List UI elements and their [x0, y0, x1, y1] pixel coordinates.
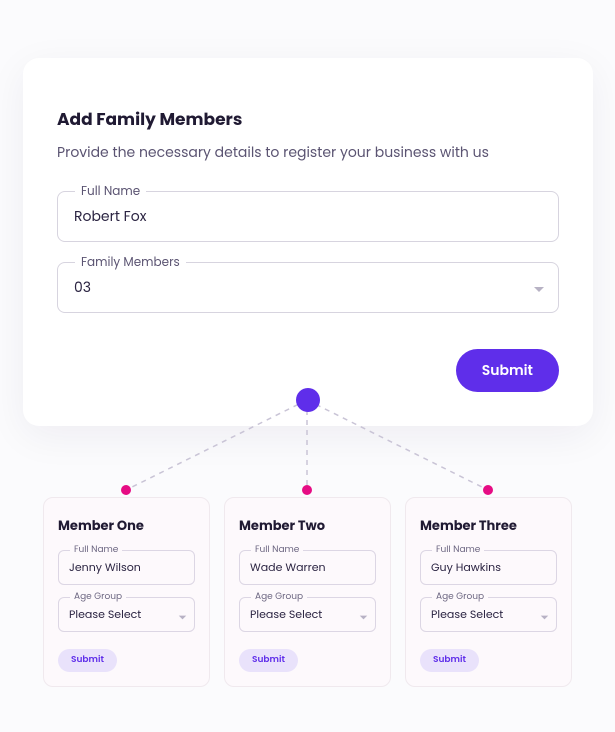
- main-form-card: Add Family Members Provide the necessary…: [23, 58, 593, 426]
- member-dot-icon: [121, 485, 131, 495]
- member-title: Member Three: [420, 516, 557, 536]
- full-name-field-wrap: Full Name: [57, 191, 559, 242]
- member-fullname-label: Full Name: [70, 544, 122, 557]
- member-dot-icon: [302, 485, 312, 495]
- member-submit-button[interactable]: Submit: [420, 649, 479, 672]
- member-submit-button[interactable]: Submit: [239, 649, 298, 672]
- full-name-label: Full Name: [75, 183, 146, 201]
- member-fullname-wrap: Full Name: [239, 550, 376, 585]
- member-card-two: Member Two Full Name Age Group Submit: [224, 497, 391, 687]
- member-agegroup-label: Age Group: [70, 591, 126, 604]
- member-card-three: Member Three Full Name Age Group Submit: [405, 497, 572, 687]
- member-fullname-label: Full Name: [251, 544, 303, 557]
- member-title: Member Two: [239, 516, 376, 536]
- member-agegroup-wrap: Age Group: [239, 597, 376, 632]
- main-subtitle: Provide the necessary details to registe…: [57, 142, 559, 163]
- member-agegroup-label: Age Group: [251, 591, 307, 604]
- member-fullname-wrap: Full Name: [420, 550, 557, 585]
- member-agegroup-wrap: Age Group: [58, 597, 195, 632]
- member-submit-button[interactable]: Submit: [58, 649, 117, 672]
- family-members-field-wrap: Family Members: [57, 262, 559, 313]
- members-row: Member One Full Name Age Group Submit Me…: [43, 497, 572, 687]
- member-fullname-wrap: Full Name: [58, 550, 195, 585]
- member-agegroup-wrap: Age Group: [420, 597, 557, 632]
- member-fullname-label: Full Name: [432, 544, 484, 557]
- member-card-one: Member One Full Name Age Group Submit: [43, 497, 210, 687]
- submit-row: Submit: [57, 349, 559, 392]
- member-agegroup-label: Age Group: [432, 591, 488, 604]
- member-title: Member One: [58, 516, 195, 536]
- family-members-label: Family Members: [75, 254, 186, 272]
- submit-button[interactable]: Submit: [456, 349, 559, 392]
- main-title: Add Family Members: [57, 106, 559, 132]
- member-dot-icon: [483, 485, 493, 495]
- connector-hub-icon: [296, 388, 320, 412]
